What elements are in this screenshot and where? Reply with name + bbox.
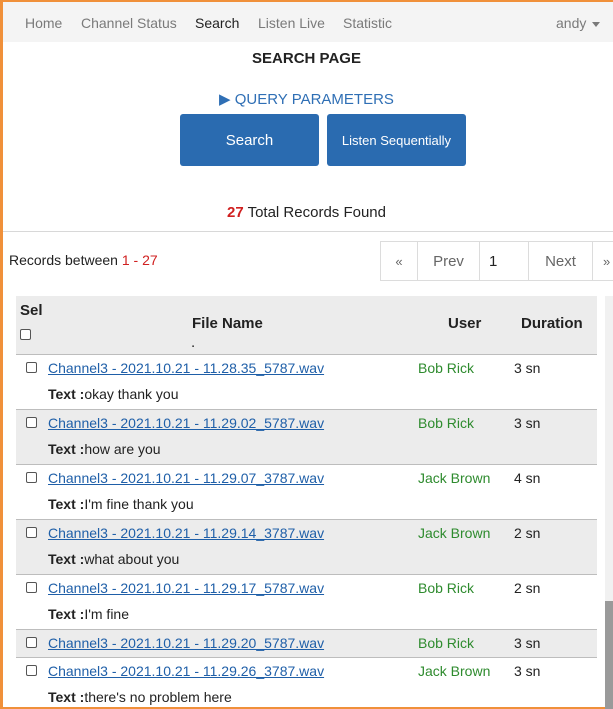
pagination-first[interactable]: « xyxy=(380,241,418,281)
table-header: Sel File Name User Duration . xyxy=(16,296,597,354)
header-sel: Sel xyxy=(20,302,43,319)
row-user: Bob Rick xyxy=(418,580,475,596)
header-duration: Duration xyxy=(521,315,583,332)
select-all-checkbox[interactable] xyxy=(20,329,31,340)
total-records: 27 Total Records Found xyxy=(0,204,613,221)
nav-search[interactable]: Search xyxy=(195,15,239,31)
page-title: SEARCH PAGE xyxy=(252,50,361,67)
row-text-value: how are you xyxy=(84,441,161,457)
text-prefix: Text : xyxy=(48,386,85,402)
row-text: Text :how are you xyxy=(48,441,161,457)
row-text: Text :I'm fine thank you xyxy=(48,496,194,512)
row-duration: 2 sn xyxy=(514,525,541,541)
row-user: Bob Rick xyxy=(418,415,475,431)
user-name: andy xyxy=(556,15,587,31)
nav-channel-status[interactable]: Channel Status xyxy=(81,15,177,31)
file-link[interactable]: Channel3 - 2021.10.21 - 11.29.17_5787.wa… xyxy=(48,580,324,596)
row-user: Jack Brown xyxy=(418,663,491,679)
header-file-name: File Name xyxy=(192,315,263,332)
row-checkbox[interactable] xyxy=(26,637,37,648)
row-text: Text :there's no problem here xyxy=(48,689,232,705)
row-text: Text :what about you xyxy=(48,551,179,567)
row-user: Jack Brown xyxy=(418,525,491,541)
records-range-label: Records between xyxy=(9,252,122,268)
row-text: Text :I'm fine xyxy=(48,606,129,622)
row-text-value: I'm fine thank you xyxy=(84,496,194,512)
row-checkbox[interactable] xyxy=(26,582,37,593)
header-user: User xyxy=(448,315,482,332)
user-menu[interactable]: andy xyxy=(556,15,601,31)
row-user: Jack Brown xyxy=(418,470,491,486)
scrollbar-thumb[interactable] xyxy=(605,601,613,709)
row-checkbox[interactable] xyxy=(26,417,37,428)
pagination-prev[interactable]: Prev xyxy=(417,241,480,281)
row-checkbox[interactable] xyxy=(26,527,37,538)
row-duration: 3 sn xyxy=(514,360,541,376)
row-text: Text :okay thank you xyxy=(48,386,178,402)
row-text-value: there's no problem here xyxy=(84,689,232,705)
navbar: Home Channel Status Search Listen Live S… xyxy=(3,2,613,42)
table-scrollbar[interactable] xyxy=(605,296,613,709)
file-link[interactable]: Channel3 - 2021.10.21 - 11.29.20_5787.wa… xyxy=(48,635,324,651)
table-row: Channel3 - 2021.10.21 - 11.28.35_5787.wa… xyxy=(16,354,597,409)
file-link[interactable]: Channel3 - 2021.10.21 - 11.28.35_5787.wa… xyxy=(48,360,324,376)
row-user: Bob Rick xyxy=(418,635,475,651)
pagination-next[interactable]: Next xyxy=(528,241,593,281)
text-prefix: Text : xyxy=(48,689,85,705)
row-duration: 3 sn xyxy=(514,415,541,431)
table-row: Channel3 - 2021.10.21 - 11.29.17_5787.wa… xyxy=(16,574,597,629)
table-row: Channel3 - 2021.10.21 - 11.29.07_3787.wa… xyxy=(16,464,597,519)
table-row: Channel3 - 2021.10.21 - 11.29.26_3787.wa… xyxy=(16,657,597,709)
nav-statistic[interactable]: Statistic xyxy=(343,15,392,31)
total-label: Total Records Found xyxy=(243,204,386,221)
records-table: Sel File Name User Duration . Channel3 -… xyxy=(16,296,597,709)
divider xyxy=(3,231,613,232)
table-row: Channel3 - 2021.10.21 - 11.29.14_3787.wa… xyxy=(16,519,597,574)
row-duration: 2 sn xyxy=(514,580,541,596)
row-text-value: I'm fine xyxy=(84,606,129,622)
file-link[interactable]: Channel3 - 2021.10.21 - 11.29.14_3787.wa… xyxy=(48,525,324,541)
page-number-input[interactable]: 1 xyxy=(479,241,529,281)
records-range-value: 1 - 27 xyxy=(121,252,158,268)
caret-down-icon xyxy=(592,21,601,27)
table-row: Channel3 - 2021.10.21 - 11.29.02_5787.wa… xyxy=(16,409,597,464)
header-partial-text: . xyxy=(191,334,196,351)
file-link[interactable]: Channel3 - 2021.10.21 - 11.29.07_3787.wa… xyxy=(48,470,324,486)
row-text-value: okay thank you xyxy=(84,386,179,402)
row-duration: 3 sn xyxy=(514,635,541,651)
text-prefix: Text : xyxy=(48,496,85,512)
nav-home[interactable]: Home xyxy=(25,15,62,31)
pagination-last[interactable]: » xyxy=(592,241,613,281)
row-user: Bob Rick xyxy=(418,360,475,376)
row-checkbox[interactable] xyxy=(26,472,37,483)
nav-listen-live[interactable]: Listen Live xyxy=(258,15,325,31)
row-text-value: what about you xyxy=(84,551,180,567)
text-prefix: Text : xyxy=(48,441,85,457)
text-prefix: Text : xyxy=(48,606,85,622)
listen-sequentially-button[interactable]: Listen Sequentially xyxy=(327,114,466,166)
total-count: 27 xyxy=(227,204,244,221)
records-range: Records between 1 - 27 xyxy=(9,252,158,268)
search-button[interactable]: Search xyxy=(180,114,319,166)
query-parameters-toggle[interactable]: ▶ QUERY PARAMETERS xyxy=(0,90,613,108)
table-row: Channel3 - 2021.10.21 - 11.29.20_5787.wa… xyxy=(16,629,597,657)
row-checkbox[interactable] xyxy=(26,362,37,373)
row-duration: 4 sn xyxy=(514,470,541,486)
text-prefix: Text : xyxy=(48,551,85,567)
file-link[interactable]: Channel3 - 2021.10.21 - 11.29.26_3787.wa… xyxy=(48,663,324,679)
file-link[interactable]: Channel3 - 2021.10.21 - 11.29.02_5787.wa… xyxy=(48,415,324,431)
row-checkbox[interactable] xyxy=(26,665,37,676)
row-duration: 3 sn xyxy=(514,663,541,679)
